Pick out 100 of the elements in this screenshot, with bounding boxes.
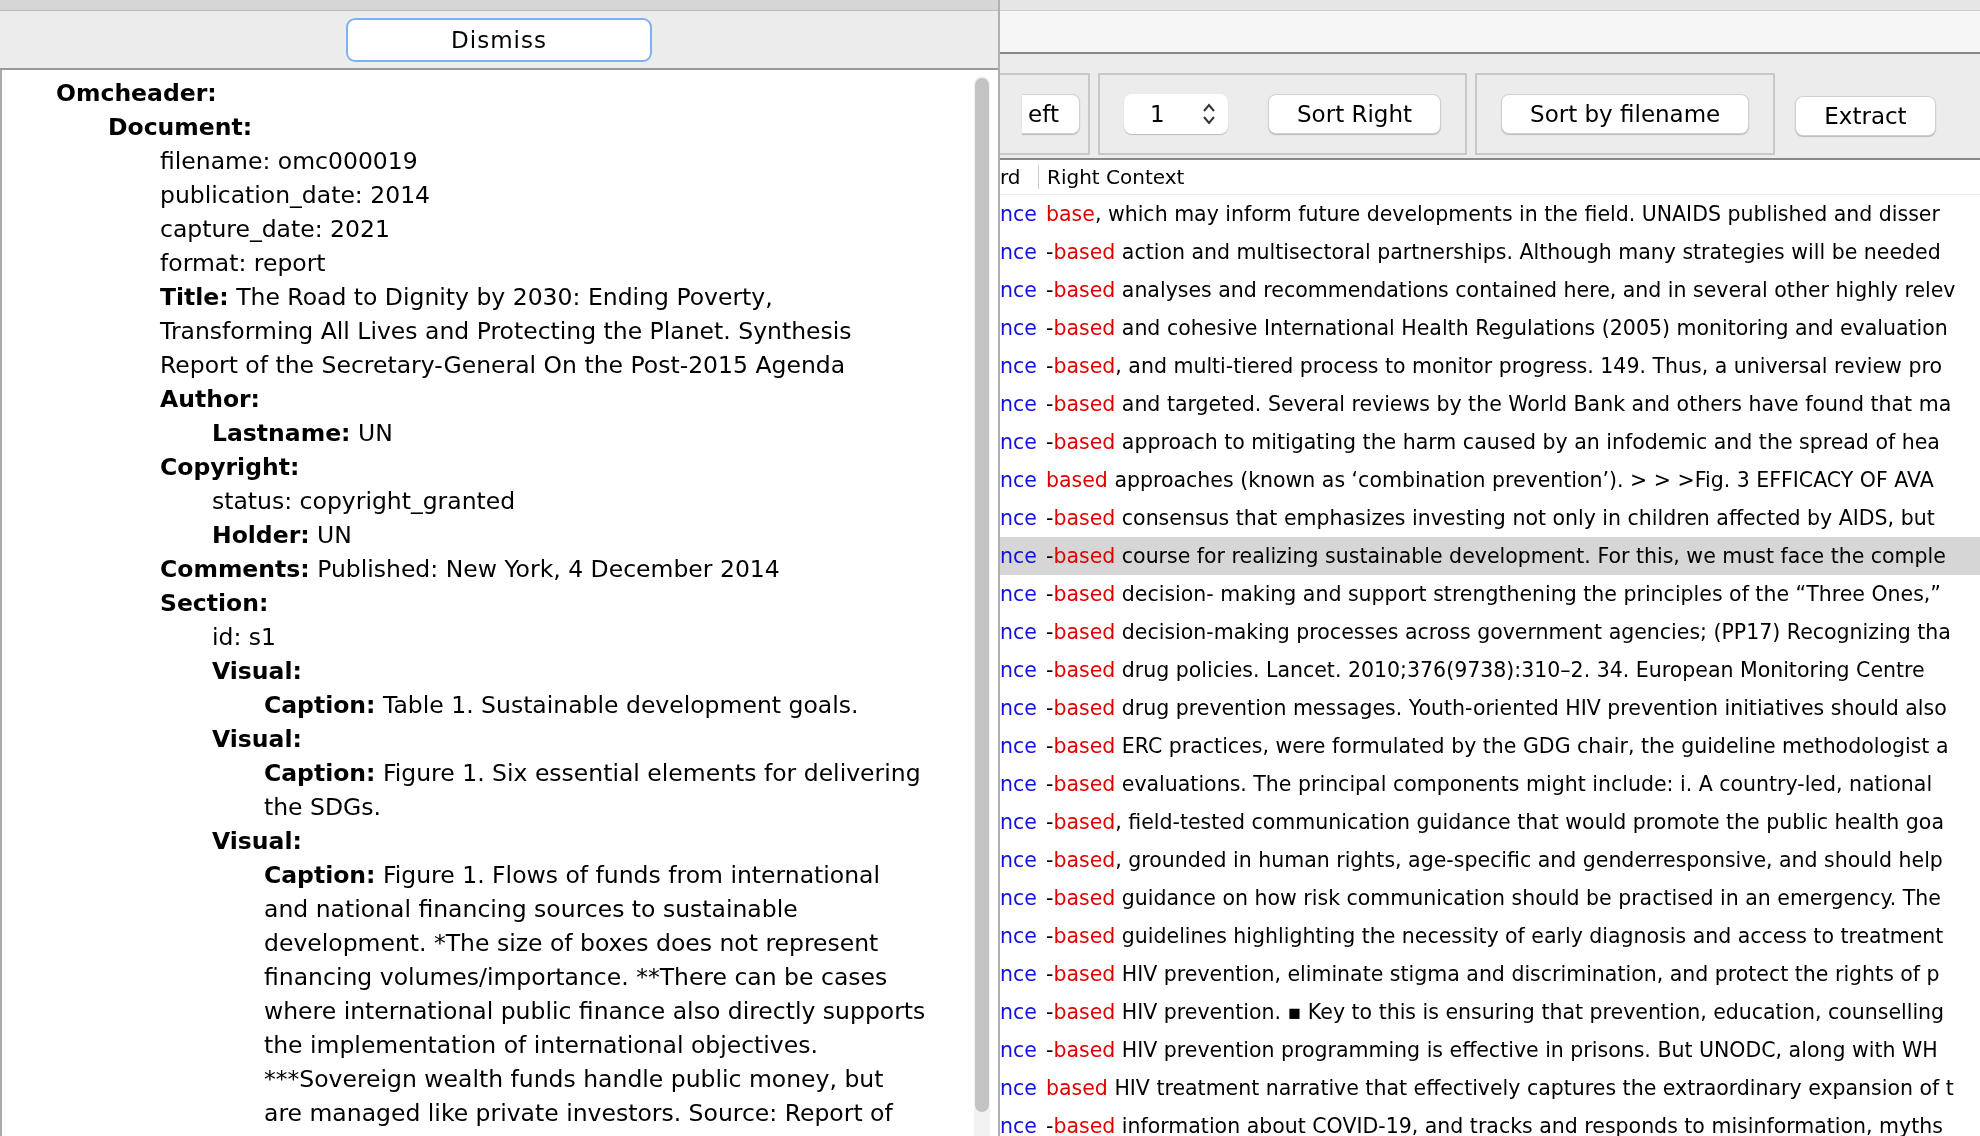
concordance-row[interactable]: nce -based guidance on how risk communication should be practised in an emergency. The: [1000, 879, 1980, 917]
keyword-cell-text: nce: [1000, 354, 1038, 378]
keyword-cell-text: nce: [1000, 430, 1038, 454]
concordance-row[interactable]: nce -based analyses and recommendations contained here, and in several other highly relev: [1000, 271, 1980, 309]
concordance-row[interactable]: nce -based guidelines highlighting the necessity of early diagnosis and access to treatment: [1000, 917, 1980, 955]
context-cell-text: -based decision-making processes across government agencies; (PP17) Recognizing tha: [1045, 620, 1951, 644]
keyword-cell-text: nce: [1000, 848, 1038, 872]
keyword-cell-text: nce: [1000, 392, 1038, 416]
context-cell-text: -based guidance on how risk communication should be practised in an emergency. The: [1045, 886, 1941, 910]
concordance-row[interactable]: nce -based, field-tested communication guidance that would promote the public health goa: [1000, 803, 1980, 841]
context-cell-text: -based and targeted. Several reviews by the World Bank and others have found that ma: [1045, 392, 1952, 416]
context-cell-text: -based drug prevention messages. Youth-oriented HIV prevention initiatives should also: [1045, 696, 1947, 720]
keyword-cell-text: nce: [1000, 506, 1038, 530]
context-cell-text: -based analyses and recommendations contained here, and in several other highly relev: [1045, 278, 1956, 302]
keyword-cell-text: nce: [1000, 544, 1038, 568]
concordance-row[interactable]: nce -based HIV prevention. ▪ Key to this is ensuring that prevention, education, counselling: [1000, 993, 1980, 1031]
column-header[interactable]: rd: [1000, 165, 1039, 189]
dismiss-button[interactable]: Dismiss: [346, 17, 652, 62]
metadata-field: capture_date: 2021: [160, 212, 928, 246]
sort-filename-button[interactable]: Sort by filename: [1501, 94, 1750, 134]
sort-right-button[interactable]: Sort Right: [1268, 94, 1442, 134]
section-heading: Section:: [160, 588, 270, 619]
metadata-field: Lastname: UN: [212, 416, 928, 450]
metadata-field: status: copyright_granted: [212, 484, 928, 518]
context-cell-text: -based, field-tested communication guidance that would promote the public health goa: [1045, 810, 1944, 834]
concordance-row[interactable]: nce base, which may inform future developments in the field. UNAIDS published and disser: [1000, 195, 1980, 233]
concordance-row[interactable]: nce -based HIV prevention programming is effective in prisons. But UNODC, along with WH: [1000, 1031, 1980, 1069]
sort-left-button[interactable]: eft: [1022, 94, 1080, 134]
stepper-icon: [1202, 102, 1216, 126]
concordance-row[interactable]: nce -based course for realizing sustainable development. For this, we must face the comple: [1000, 537, 1980, 575]
keyword-cell-text: nce: [1000, 620, 1038, 644]
metadata-field: Caption: Figure 1. Flows of funds from international and national financing sources to sustainable development. *The size of boxes does not represent financing volumes/importance. **There can be cases where international public finance also directly supports the implementation of international objectives. ***Sovereign wealth funds handle public money, but are managed like private investors. Source: Report of: [264, 858, 928, 1130]
metadata-field: filename: omc000019: [160, 144, 928, 178]
metadata-field: publication_date: 2014: [160, 178, 928, 212]
metadata-field: Caption: Figure 1. Six essential elements for delivering the SDGs.: [264, 756, 928, 824]
context-cell-text: -based HIV prevention. ▪ Key to this is ensuring that prevention, education, counselling: [1045, 1000, 1945, 1024]
concordance-row[interactable]: nce -based and cohesive International Health Regulations (2005) monitoring and evaluation: [1000, 309, 1980, 347]
keyword-cell-text: nce: [1000, 1076, 1038, 1100]
keyword-cell-text: nce: [1000, 240, 1038, 264]
metadata-field: Comments: Published: New York, 4 December 2014: [160, 552, 928, 586]
section-heading: Copyright:: [160, 452, 301, 483]
keyword-cell-text: nce: [1000, 468, 1038, 492]
metadata-field: Title: The Road to Dignity by 2030: Ending Poverty, Transforming All Lives and Protecting the Planet. Synthesis Report of the Secretary-General On the Post-2015 Agenda: [160, 280, 928, 382]
section-heading: Visual:: [212, 826, 303, 857]
context-cell-text: base, which may inform future developments in the field. UNAIDS published and disser: [1045, 202, 1940, 226]
section-heading: Omcheader:: [56, 78, 218, 109]
context-cell-text: -based action and multisectoral partnerships. Although many strategies will be needed: [1045, 240, 1941, 264]
keyword-cell-text: nce: [1000, 1000, 1038, 1024]
number-spinner[interactable]: 1: [1124, 94, 1228, 134]
keyword-cell-text: nce: [1000, 1038, 1038, 1062]
context-cell-text: based HIV treatment narrative that effectively captures the extraordinary expansion of t: [1045, 1076, 1954, 1100]
keyword-cell-text: nce: [1000, 316, 1038, 340]
keyword-cell-text: nce: [1000, 582, 1038, 606]
concordance-row[interactable]: nce -based evaluations. The principal components might include: i. A country-led, national: [1000, 765, 1980, 803]
concordance-row[interactable]: nce -based consensus that emphasizes investing not only in children affected by AIDS, but: [1000, 499, 1980, 537]
concordance-row[interactable]: nce -based ERC practices, were formulated by the GDG chair, the guideline methodologist a: [1000, 727, 1980, 765]
keyword-cell-text: nce: [1000, 696, 1038, 720]
concordance-row[interactable]: nce -based decision-making processes across government agencies; (PP17) Recognizing tha: [1000, 613, 1980, 651]
context-cell-text: -based consensus that emphasizes investing not only in children affected by AIDS, but: [1045, 506, 1935, 530]
keyword-cell-text: nce: [1000, 202, 1038, 226]
context-cell-text: -based course for realizing sustainable development. For this, we must face the comple: [1045, 544, 1946, 568]
concordance-row[interactable]: nce -based, grounded in human rights, age-specific and genderresponsive, and should help: [1000, 841, 1980, 879]
keyword-cell-text: nce: [1000, 278, 1038, 302]
section-heading: Document:: [108, 112, 254, 143]
concordance-row[interactable]: nce -based and targeted. Several reviews by the World Bank and others have found that ma: [1000, 385, 1980, 423]
keyword-cell-text: nce: [1000, 1114, 1038, 1136]
concordance-row[interactable]: nce -based drug prevention messages. Youth-oriented HIV prevention initiatives should also: [1000, 689, 1980, 727]
column-header[interactable]: Right Context: [1039, 165, 1185, 189]
context-cell-text: -based drug policies. Lancet. 2010;376(9738):310–2. 34. European Monitoring Centre: [1045, 658, 1925, 682]
section-heading: Author:: [160, 384, 261, 415]
context-cell-text: -based, grounded in human rights, age-specific and genderresponsive, and should help: [1045, 848, 1943, 872]
keyword-cell-text: nce: [1000, 734, 1038, 758]
context-cell-text: -based evaluations. The principal components might include: i. A country-led, national: [1045, 772, 1933, 796]
concordance-row[interactable]: nce -based decision- making and support strengthening the principles of the “Three Ones,”: [1000, 575, 1980, 613]
concordance-row[interactable]: nce -based drug policies. Lancet. 2010;376(9738):310–2. 34. European Monitoring Centre: [1000, 651, 1980, 689]
context-cell-text: -based decision- making and support strengthening the principles of the “Three Ones,”: [1045, 582, 1941, 606]
section-heading: Visual:: [212, 724, 303, 755]
keyword-cell-text: nce: [1000, 962, 1038, 986]
concordance-row[interactable]: nce based approaches (known as ‘combination prevention’). > > >Fig. 3 EFFICACY OF AVA: [1000, 461, 1980, 499]
concordance-row[interactable]: nce -based action and multisectoral partnerships. Although many strategies will be needed: [1000, 233, 1980, 271]
metadata-field: Caption: Table 1. Sustainable development goals.: [264, 688, 928, 722]
context-cell-text: -based approach to mitigating the harm caused by an infodemic and the spread of hea: [1045, 430, 1940, 454]
keyword-cell-text: nce: [1000, 772, 1038, 796]
keyword-cell-text: nce: [1000, 924, 1038, 948]
concordance-row[interactable]: nce -based HIV prevention, eliminate stigma and discrimination, and protect the rights of p: [1000, 955, 1980, 993]
concordance-row[interactable]: nce based HIV treatment narrative that effectively captures the extraordinary expansion of t: [1000, 1069, 1980, 1107]
context-cell-text: based approaches (known as ‘combination prevention’). > > >Fig. 3 EFFICACY OF AVA: [1045, 468, 1934, 492]
section-heading: Visual:: [212, 656, 303, 687]
extract-button[interactable]: Extract: [1795, 96, 1936, 136]
concordance-row[interactable]: nce -based approach to mitigating the harm caused by an infodemic and the spread of hea: [1000, 423, 1980, 461]
metadata-field: Holder: UN: [212, 518, 928, 552]
keyword-cell-text: nce: [1000, 810, 1038, 834]
metadata-field: format: report: [160, 246, 928, 280]
context-cell-text: -based ERC practices, were formulated by the GDG chair, the guideline methodologist a: [1045, 734, 1949, 758]
concordance-row[interactable]: nce -based, and multi-tiered process to monitor progress. 149. Thus, a universal review pro: [1000, 347, 1980, 385]
scrollbar[interactable]: [974, 76, 990, 1136]
context-cell-text: -based guidelines highlighting the necessity of early diagnosis and access to treatment: [1045, 924, 1944, 948]
keyword-cell-text: nce: [1000, 886, 1038, 910]
context-cell-text: -based and cohesive International Health Regulations (2005) monitoring and evaluation: [1045, 316, 1948, 340]
keyword-cell-text: nce: [1000, 658, 1038, 682]
